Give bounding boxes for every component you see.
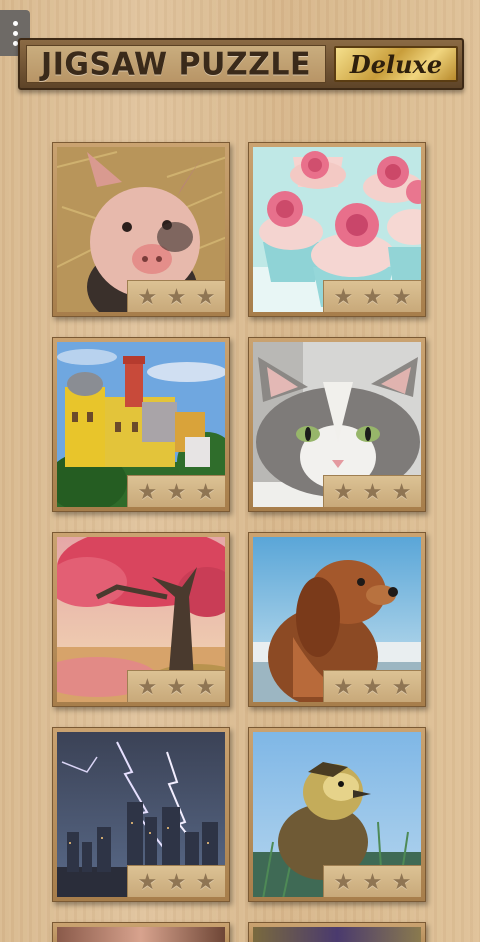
deluxe-label: Deluxe xyxy=(349,49,443,79)
star-empty-icon: ★ xyxy=(195,478,216,504)
star-empty-icon: ★ xyxy=(137,283,158,309)
star-rating: ★ ★ ★ xyxy=(127,280,225,312)
puzzle-tile-duckling[interactable]: ★ ★ ★ xyxy=(248,727,426,902)
star-empty-icon: ★ xyxy=(195,283,216,309)
puzzle-tile-cupcakes[interactable]: ★ ★ ★ xyxy=(248,142,426,317)
puzzle-tile-partial-right[interactable] xyxy=(248,922,426,942)
star-empty-icon: ★ xyxy=(333,478,354,504)
star-rating: ★ ★ ★ xyxy=(323,280,421,312)
puzzle-tile-dog[interactable]: ★ ★ ★ xyxy=(248,532,426,707)
autumn-tree-image: ★ ★ ★ xyxy=(57,537,225,702)
star-empty-icon: ★ xyxy=(391,283,412,309)
star-empty-icon: ★ xyxy=(137,868,158,894)
star-empty-icon: ★ xyxy=(391,478,412,504)
puzzle-image-partial xyxy=(253,927,421,942)
star-empty-icon: ★ xyxy=(166,283,187,309)
star-empty-icon: ★ xyxy=(333,673,354,699)
app-title: JIGSAW PUZZLE xyxy=(41,45,311,83)
puzzle-tile-castle[interactable]: ★ ★ ★ xyxy=(52,337,230,512)
lightning-city-image: ★ ★ ★ xyxy=(57,732,225,897)
star-empty-icon: ★ xyxy=(333,283,354,309)
star-empty-icon: ★ xyxy=(195,868,216,894)
deluxe-badge: Deluxe xyxy=(334,46,458,82)
star-empty-icon: ★ xyxy=(391,868,412,894)
puzzle-tile-autumn-tree[interactable]: ★ ★ ★ xyxy=(52,532,230,707)
star-rating: ★ ★ ★ xyxy=(323,865,421,897)
star-rating: ★ ★ ★ xyxy=(323,670,421,702)
duckling-image: ★ ★ ★ xyxy=(253,732,421,897)
menu-dot-icon xyxy=(12,20,18,26)
star-rating: ★ ★ ★ xyxy=(127,475,225,507)
star-empty-icon: ★ xyxy=(362,478,383,504)
cupcakes-image: ★ ★ ★ xyxy=(253,147,421,312)
dog-image: ★ ★ ★ xyxy=(253,537,421,702)
star-rating: ★ ★ ★ xyxy=(323,475,421,507)
menu-dot-icon xyxy=(12,40,18,46)
star-empty-icon: ★ xyxy=(137,478,158,504)
puzzle-image-partial xyxy=(57,927,225,942)
menu-dot-icon xyxy=(12,30,18,36)
star-empty-icon: ★ xyxy=(362,283,383,309)
star-empty-icon: ★ xyxy=(166,868,187,894)
puzzle-tile-kitten[interactable]: ★ ★ ★ xyxy=(248,337,426,512)
star-rating: ★ ★ ★ xyxy=(127,670,225,702)
star-empty-icon: ★ xyxy=(137,673,158,699)
title-plate: JIGSAW PUZZLE xyxy=(26,45,326,83)
star-empty-icon: ★ xyxy=(166,478,187,504)
kitten-image: ★ ★ ★ xyxy=(253,342,421,507)
star-empty-icon: ★ xyxy=(391,673,412,699)
star-empty-icon: ★ xyxy=(166,673,187,699)
castle-image: ★ ★ ★ xyxy=(57,342,225,507)
puzzle-tile-piglet[interactable]: ★ ★ ★ xyxy=(52,142,230,317)
puzzle-tile-lightning[interactable]: ★ ★ ★ xyxy=(52,727,230,902)
piglet-image: ★ ★ ★ xyxy=(57,147,225,312)
title-banner: JIGSAW PUZZLE Deluxe xyxy=(18,38,464,90)
puzzle-tile-partial-left[interactable] xyxy=(52,922,230,942)
star-rating: ★ ★ ★ xyxy=(127,865,225,897)
star-empty-icon: ★ xyxy=(362,868,383,894)
star-empty-icon: ★ xyxy=(195,673,216,699)
star-empty-icon: ★ xyxy=(362,673,383,699)
star-empty-icon: ★ xyxy=(333,868,354,894)
